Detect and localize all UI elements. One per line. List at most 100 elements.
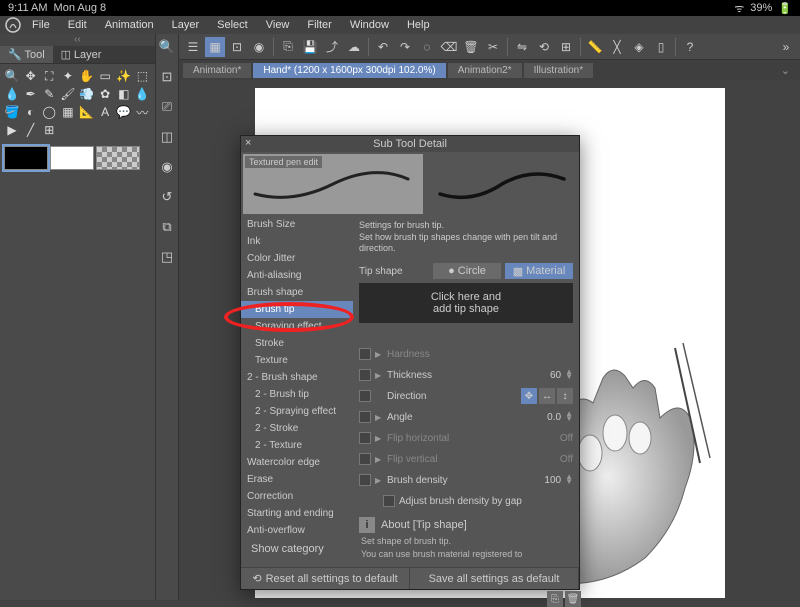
menu-edit[interactable]: Edit: [60, 17, 95, 33]
tab-tool[interactable]: 🔧 Tool: [0, 46, 53, 63]
direction-row[interactable]: Direction✥↔↕: [359, 387, 573, 405]
wand-tool-icon[interactable]: ✨: [116, 68, 132, 84]
reset-defaults-button[interactable]: ⟲Reset all settings to default: [241, 568, 410, 589]
swatch-white[interactable]: [50, 146, 94, 170]
blend-tool-icon[interactable]: 💧: [134, 86, 150, 102]
tab-layer[interactable]: ◫ Layer: [53, 46, 110, 63]
rotate-icon[interactable]: ⟲: [534, 37, 554, 57]
loading-icon[interactable]: ◌: [417, 37, 437, 57]
menu-animation[interactable]: Animation: [97, 17, 162, 33]
cat-starting-ending[interactable]: Starting and ending: [241, 505, 353, 522]
cat-brush-tip[interactable]: Brush tip: [241, 301, 353, 318]
undo-icon[interactable]: ↶: [373, 37, 393, 57]
grid-view-icon[interactable]: ⊞: [556, 37, 576, 57]
doc-icon[interactable]: ⎘: [278, 37, 298, 57]
sym-ruler-icon[interactable]: ╳: [607, 37, 627, 57]
layers-panel-icon[interactable]: ◫: [158, 128, 176, 146]
subtool-icon[interactable]: ⎚: [158, 98, 176, 116]
doc-tab-1[interactable]: Hand* (1200 x 1600px 300dpi 102.0%): [253, 63, 445, 78]
cat-watercolor[interactable]: Watercolor edge: [241, 454, 353, 471]
save-defaults-button[interactable]: Save all settings as default: [410, 568, 579, 589]
grid-tool-icon[interactable]: ⊞: [41, 122, 57, 138]
cat-2-stroke[interactable]: 2 - Stroke: [241, 420, 353, 437]
move-tool-icon[interactable]: ✥: [23, 68, 39, 84]
tabs-overflow-icon[interactable]: ⌄: [775, 64, 796, 77]
trash-icon[interactable]: 🗑: [461, 37, 481, 57]
app-logo-icon[interactable]: [4, 16, 22, 34]
cat-spraying[interactable]: Spraying effect: [241, 318, 353, 335]
dir-v-icon[interactable]: ↕: [557, 388, 573, 404]
flip-v-row[interactable]: ▶Flip verticalOff: [359, 450, 573, 468]
cat-texture[interactable]: Texture: [241, 352, 353, 369]
ruler-icon[interactable]: 📏: [585, 37, 605, 57]
menu-help[interactable]: Help: [399, 17, 438, 33]
cat-2-brush-tip[interactable]: 2 - Brush tip: [241, 386, 353, 403]
angle-row[interactable]: ▶Angle0.0▲▼: [359, 408, 573, 426]
doc-tab-0[interactable]: Animation*: [183, 63, 251, 78]
brush-preview[interactable]: Textured pen edit: [243, 154, 423, 214]
pen-tool-icon[interactable]: ✒: [23, 86, 39, 102]
eraser-tool-icon[interactable]: ◧: [116, 86, 132, 102]
persp-icon[interactable]: ◈: [629, 37, 649, 57]
frame-tool-icon[interactable]: ▦: [60, 104, 76, 120]
cat-erase[interactable]: Erase: [241, 471, 353, 488]
brush-density-row[interactable]: ▶Brush density100▲▼: [359, 471, 573, 489]
hand-tool-icon[interactable]: ✋: [79, 68, 95, 84]
marquee-tool-icon[interactable]: ▭: [97, 68, 113, 84]
arrow-tool-icon[interactable]: ▶: [4, 122, 20, 138]
deco-tool-icon[interactable]: ✿: [97, 86, 113, 102]
menu-file[interactable]: File: [24, 17, 58, 33]
cat-correction[interactable]: Correction: [241, 488, 353, 505]
crop-icon[interactable]: ✂: [483, 37, 503, 57]
export-icon[interactable]: ⤴: [322, 37, 342, 57]
cat-anti-overflow[interactable]: Anti-overflow: [241, 522, 353, 539]
flip-h-icon[interactable]: ⇋: [512, 37, 532, 57]
panel-collapse[interactable]: ‹‹: [0, 34, 155, 46]
cat-2-texture[interactable]: 2 - Texture: [241, 437, 353, 454]
tip-shape-dropzone[interactable]: Click here and add tip shape: [359, 283, 573, 323]
liquify-tool-icon[interactable]: 〰: [134, 104, 150, 120]
redo-icon[interactable]: ↷: [395, 37, 415, 57]
screen-icon[interactable]: ⊡: [227, 37, 247, 57]
dir-h-icon[interactable]: ↔: [539, 388, 555, 404]
ruler-tool-icon[interactable]: 📐: [79, 104, 95, 120]
history-icon[interactable]: ↺: [158, 188, 176, 206]
select-tool-icon[interactable]: ⬚: [134, 68, 150, 84]
search-icon[interactable]: 🔍: [158, 38, 176, 56]
color-panel-icon[interactable]: ◉: [158, 158, 176, 176]
tablet-mode-icon[interactable]: ▦: [205, 37, 225, 57]
doc-tab-2[interactable]: Animation2*: [448, 63, 522, 78]
sparkle-tool-icon[interactable]: ✦: [60, 68, 76, 84]
device-icon[interactable]: ▯: [651, 37, 671, 57]
gradient-tool-icon[interactable]: ◐: [23, 104, 39, 120]
pencil-tool-icon[interactable]: ✎: [41, 86, 57, 102]
airbrush-tool-icon[interactable]: 💨: [79, 86, 95, 102]
text-tool-icon[interactable]: A: [97, 104, 113, 120]
navigator-icon[interactable]: ⊡: [158, 68, 176, 86]
menu-icon[interactable]: ☰: [183, 37, 203, 57]
menu-view[interactable]: View: [258, 17, 298, 33]
fill-tool-icon[interactable]: 🪣: [4, 104, 20, 120]
help-icon[interactable]: ?: [680, 37, 700, 57]
balloon-tool-icon[interactable]: 💬: [116, 104, 132, 120]
swatch-black[interactable]: [4, 146, 48, 170]
material-icon[interactable]: ⧉: [158, 218, 176, 236]
flip-h-row[interactable]: ▶Flip horizontalOff: [359, 429, 573, 447]
cat-2-spraying[interactable]: 2 - Spraying effect: [241, 403, 353, 420]
swatch-transparent[interactable]: [96, 146, 140, 170]
eyedropper-icon[interactable]: 💧: [4, 86, 20, 102]
menu-select[interactable]: Select: [209, 17, 256, 33]
adjust-density-row[interactable]: Adjust brush density by gap: [359, 492, 573, 510]
cat-anti-aliasing[interactable]: Anti-aliasing: [241, 267, 353, 284]
cat-2-brush-shape[interactable]: 2 - Brush shape: [241, 369, 353, 386]
shape-tool-icon[interactable]: ◯: [41, 104, 57, 120]
tip-shape-circle[interactable]: ●Circle: [433, 263, 501, 279]
tip-shape-material[interactable]: ▩Material: [505, 263, 573, 279]
menu-filter[interactable]: Filter: [299, 17, 339, 33]
cloud-icon[interactable]: ☁: [344, 37, 364, 57]
cat-color-jitter[interactable]: Color Jitter: [241, 250, 353, 267]
cat-brush-shape[interactable]: Brush shape: [241, 284, 353, 301]
doc-tab-3[interactable]: Illustration*: [524, 63, 593, 78]
brush-tool-icon[interactable]: 🖌: [60, 86, 76, 102]
transform-tool-icon[interactable]: ⛶: [41, 68, 57, 84]
